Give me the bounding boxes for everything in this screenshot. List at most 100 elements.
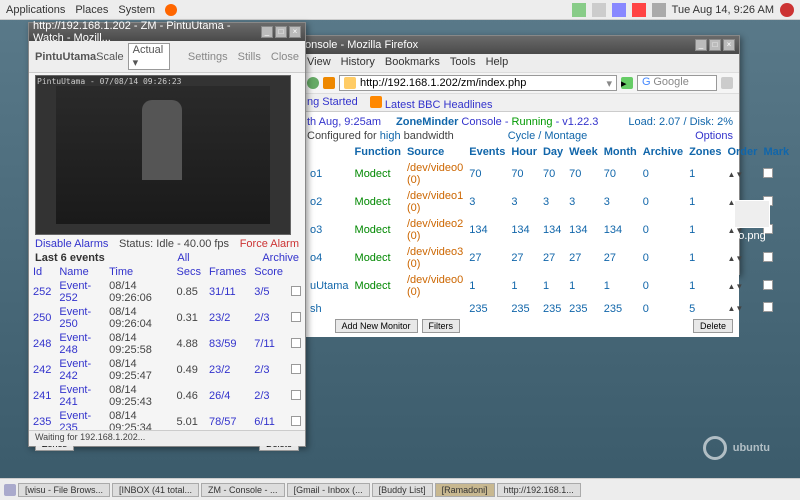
gnome-panel: Applications Places System Tue Aug 14, 9… (0, 0, 800, 20)
maximize-button[interactable]: □ (709, 39, 721, 51)
table-row[interactable]: 250Event-25008/14 09:26:040.3123/22/3 (29, 305, 305, 331)
camera-timestamp: PintuUtama - 07/08/14 09:26:23 (37, 77, 182, 86)
power-icon[interactable] (780, 3, 794, 17)
force-alarm-link[interactable]: Force Alarm (240, 238, 299, 250)
menu-history[interactable]: History (341, 56, 375, 70)
tray-icon[interactable] (592, 3, 606, 17)
disable-alarms-link[interactable]: Disable Alarms (35, 238, 108, 250)
menu-bookmarks[interactable]: Bookmarks (385, 56, 440, 70)
table-row[interactable]: 248Event-24808/14 09:25:584.8883/597/11 (29, 331, 305, 357)
close-button[interactable]: × (723, 39, 735, 51)
menu-applications[interactable]: Applications (6, 4, 65, 16)
table-row[interactable]: o2Modect/dev/video1 (0)3333301▲▼ (307, 188, 792, 216)
taskbar-item[interactable]: [Gmail - Inbox (... (287, 483, 370, 497)
menu-system[interactable]: System (118, 4, 155, 16)
taskbar-item[interactable]: [INBOX (41 total... (112, 483, 199, 497)
table-row[interactable]: sh23523523523523505▲▼ (307, 300, 792, 317)
search-box[interactable]: G Google (637, 75, 717, 91)
zm-running-link[interactable]: Running (512, 116, 553, 128)
watch-window: http://192.168.1.202 - ZM - PintuUtama -… (28, 22, 306, 447)
bandwidth-link[interactable]: high (380, 130, 401, 142)
menu-help[interactable]: Help (486, 56, 509, 70)
row-checkbox[interactable] (291, 390, 301, 400)
taskbar-item[interactable]: [Ramadoni] (435, 483, 495, 497)
taskbar-item[interactable]: http://192.168.1... (497, 483, 581, 497)
zm-load: Load: 2.07 / Disk: 2% (628, 116, 733, 128)
row-checkbox[interactable] (763, 252, 773, 262)
favicon (344, 77, 356, 89)
url-bar[interactable]: http://192.168.1.202/zm/index.php ▾ (339, 75, 617, 91)
reload-icon[interactable] (307, 77, 319, 89)
taskbar: [wisu - File Brows... [INBOX (41 total..… (0, 478, 800, 500)
table-row[interactable]: 242Event-24208/14 09:25:470.4923/22/3 (29, 357, 305, 383)
bookmark-link[interactable]: ng Started (307, 96, 358, 109)
events-table: IdNameTime SecsFramesScore 252Event-2520… (29, 265, 305, 435)
row-checkbox[interactable] (763, 302, 773, 312)
monitor-name: PintuUtama (35, 51, 96, 63)
close-button[interactable]: × (289, 26, 301, 38)
firefox-icon[interactable] (165, 4, 177, 16)
delete-button[interactable]: Delete (693, 319, 733, 333)
menu-tools[interactable]: Tools (450, 56, 476, 70)
taskbar-item[interactable]: [wisu - File Brows... (18, 483, 110, 497)
window-title: onsole - Mozilla Firefox (305, 39, 418, 51)
show-desktop-icon[interactable] (4, 484, 16, 496)
titlebar[interactable]: http://192.168.1.202 - ZM - PintuUtama -… (29, 23, 305, 41)
titlebar[interactable]: onsole - Mozilla Firefox _ □ × (301, 36, 739, 54)
volume-icon[interactable] (652, 3, 666, 17)
table-row[interactable]: o4Modect/dev/video3 (0)272727272701▲▼ (307, 244, 792, 272)
bookmark-link[interactable]: Latest BBC Headlines (370, 96, 493, 109)
table-row[interactable]: 241Event-24108/14 09:25:430.4626/42/3 (29, 383, 305, 409)
taskbar-item[interactable]: [Buddy List] (372, 483, 433, 497)
go-icon[interactable]: ▸ (621, 77, 633, 89)
ubuntu-logo: ubuntu (703, 436, 770, 460)
clock[interactable]: Tue Aug 14, 9:26 AM (672, 4, 774, 16)
monitors-table: FunctionSource EventsHourDay WeekMonthAr… (307, 144, 792, 317)
network-icon[interactable] (632, 3, 646, 17)
row-checkbox[interactable] (291, 416, 301, 426)
zoneminder-console: th Aug, 9:25am ZoneMinder Console - Runn… (301, 112, 739, 337)
scale-label: Scale (96, 51, 124, 63)
tray-icon[interactable] (612, 3, 626, 17)
options-link[interactable]: Options (695, 130, 733, 142)
cycle-montage-link[interactable]: Cycle / Montage (508, 130, 587, 142)
search-icon[interactable] (721, 77, 733, 89)
taskbar-item[interactable]: ZM - Console - ... (201, 483, 285, 497)
row-checkbox[interactable] (291, 364, 301, 374)
table-header: FunctionSource EventsHourDay WeekMonthAr… (307, 144, 792, 160)
row-checkbox[interactable] (291, 338, 301, 348)
menu-view[interactable]: View (307, 56, 331, 70)
zm-title[interactable]: ZoneMinder (396, 116, 461, 128)
menu-places[interactable]: Places (75, 4, 108, 16)
add-monitor-button[interactable]: Add New Monitor (335, 319, 418, 333)
last-events-label: Last 6 events (35, 252, 105, 264)
stills-link[interactable]: Stills (238, 51, 261, 63)
url-text: http://192.168.1.202/zm/index.php (360, 77, 526, 89)
row-checkbox[interactable] (291, 286, 301, 296)
all-link[interactable]: All (105, 252, 263, 264)
statusbar: Waiting for 192.168.1.202... (29, 430, 305, 446)
archive-link[interactable]: Archive (262, 252, 299, 264)
minimize-button[interactable]: _ (695, 39, 707, 51)
firefox-menubar: View History Bookmarks Tools Help (301, 54, 739, 72)
close-link[interactable]: Close (271, 51, 299, 63)
minimize-button[interactable]: _ (261, 26, 273, 38)
row-checkbox[interactable] (763, 168, 773, 178)
table-row[interactable]: o1Modect/dev/video0 (0)707070707001▲▼ (307, 160, 792, 188)
filters-button[interactable]: Filters (422, 319, 461, 333)
scale-select[interactable]: Actual ▾ (128, 43, 170, 70)
firefox-console-window: onsole - Mozilla Firefox _ □ × View Hist… (300, 35, 740, 275)
row-checkbox[interactable] (291, 312, 301, 322)
row-checkbox[interactable] (763, 280, 773, 290)
desktop-file-icon[interactable]: o.png (734, 200, 770, 242)
dropdown-icon[interactable]: ▾ (606, 77, 612, 90)
table-row[interactable]: o3Modect/dev/video2 (0)13413413413413401… (307, 216, 792, 244)
tray-icon[interactable] (572, 3, 586, 17)
maximize-button[interactable]: □ (275, 26, 287, 38)
zm-datetime: th Aug, 9:25am (307, 116, 381, 128)
watch-header: PintuUtama Scale Actual ▾ Settings Still… (29, 41, 305, 73)
table-row[interactable]: 252Event-25208/14 09:26:060.8531/113/5 (29, 279, 305, 305)
table-row[interactable]: uUtamaModect/dev/video0 (0)1111101▲▼ (307, 272, 792, 300)
home-icon[interactable] (323, 77, 335, 89)
settings-link[interactable]: Settings (188, 51, 228, 63)
